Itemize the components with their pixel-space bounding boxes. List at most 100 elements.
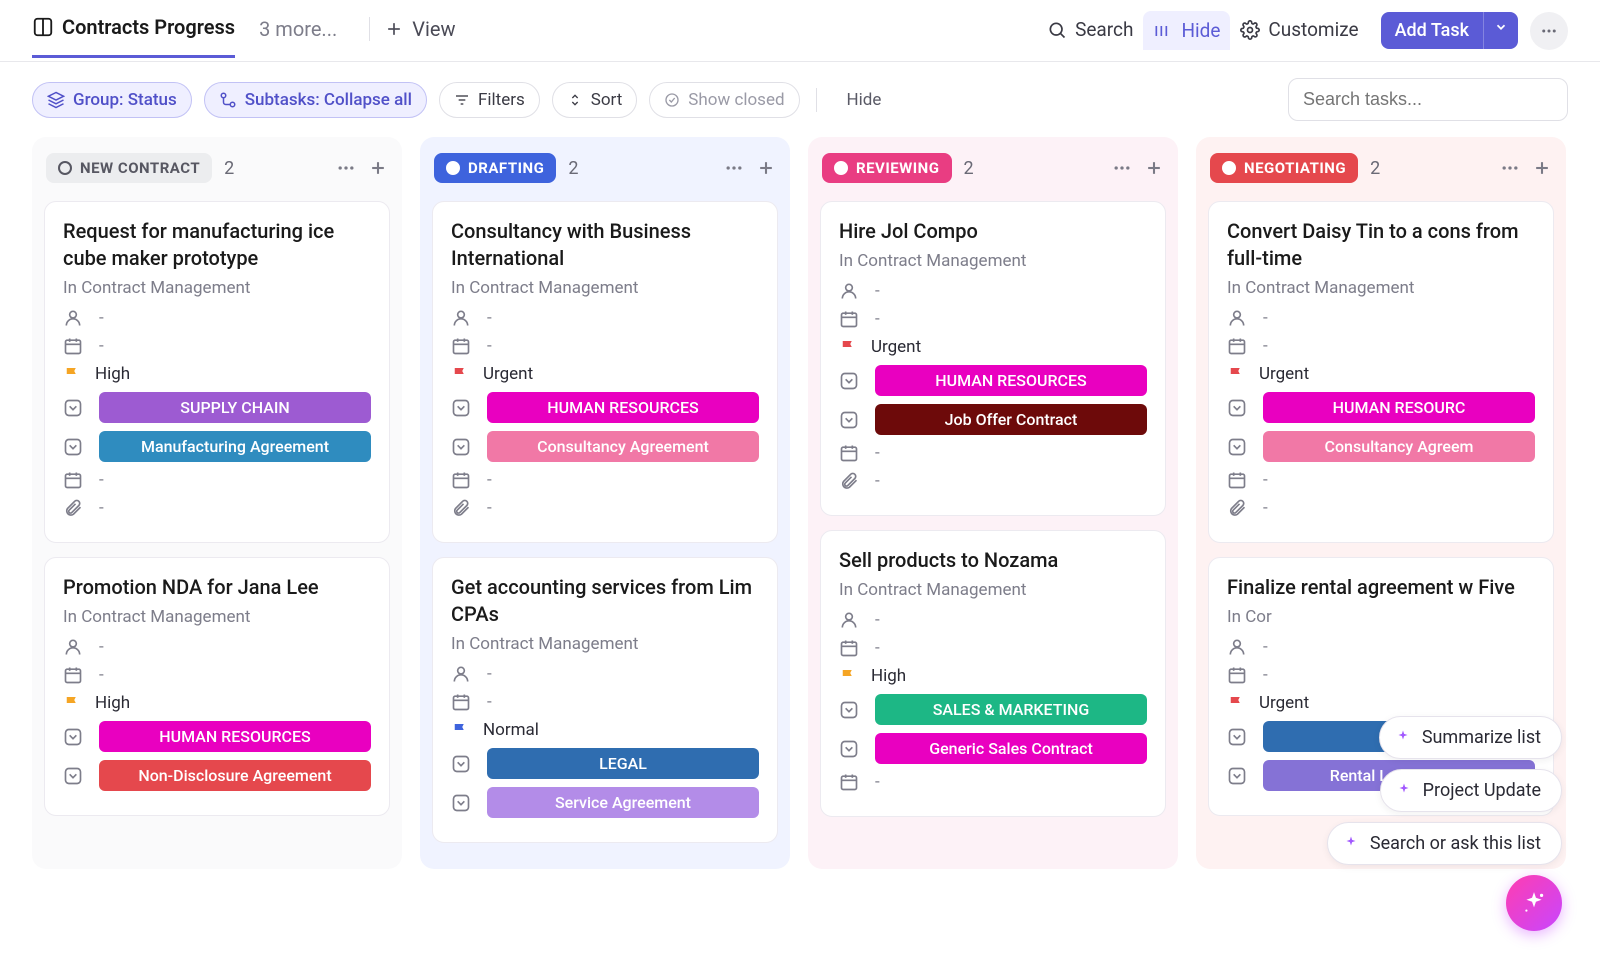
column-more-button[interactable] bbox=[1500, 158, 1520, 178]
date-icon[interactable] bbox=[63, 665, 85, 685]
flag-icon[interactable] bbox=[63, 365, 81, 383]
task-card[interactable]: Get accounting services from Lim CPAs In… bbox=[432, 557, 778, 843]
more-menu-button[interactable] bbox=[1530, 12, 1568, 50]
dropdown-icon[interactable] bbox=[63, 727, 85, 747]
tag-generic[interactable]: Generic Sales Contract bbox=[875, 733, 1147, 764]
dropdown-icon[interactable] bbox=[839, 700, 861, 720]
dropdown-icon[interactable] bbox=[451, 793, 473, 813]
status-badge-negotiating[interactable]: NEGOTIATING bbox=[1210, 153, 1358, 183]
tag-hr[interactable]: HUMAN RESOURCES bbox=[487, 392, 759, 423]
flag-icon[interactable] bbox=[63, 694, 81, 712]
tag-mfg[interactable]: Manufacturing Agreement bbox=[99, 431, 371, 462]
flag-icon[interactable] bbox=[451, 365, 469, 383]
tag-consult[interactable]: Consultancy Agreem bbox=[1263, 431, 1535, 462]
date-icon[interactable] bbox=[839, 309, 861, 329]
task-card[interactable]: Sell products to Nozama In Contract Mana… bbox=[820, 530, 1166, 817]
tag-service[interactable]: Service Agreement bbox=[487, 787, 759, 818]
column-add-button[interactable] bbox=[756, 158, 776, 178]
assignee-icon[interactable] bbox=[63, 637, 85, 657]
status-badge-new[interactable]: NEW CONTRACT bbox=[46, 153, 212, 183]
hide-pill[interactable]: Hide bbox=[833, 83, 896, 117]
tag-consult[interactable]: Consultancy Agreement bbox=[487, 431, 759, 462]
ai-summarize-button[interactable]: Summarize list bbox=[1379, 716, 1562, 759]
ai-search-ask-button[interactable]: Search or ask this list bbox=[1327, 822, 1562, 865]
dropdown-icon[interactable] bbox=[451, 437, 473, 457]
date-icon[interactable] bbox=[451, 692, 473, 712]
tag-nda[interactable]: Non-Disclosure Agreement bbox=[99, 760, 371, 791]
attachment-icon[interactable] bbox=[451, 498, 473, 518]
group-pill[interactable]: Group: Status bbox=[32, 82, 192, 118]
tag-job[interactable]: Job Offer Contract bbox=[875, 404, 1147, 435]
tab-contracts-progress[interactable]: Contracts Progress bbox=[32, 15, 235, 58]
date-icon[interactable] bbox=[839, 638, 861, 658]
dropdown-icon[interactable] bbox=[1227, 727, 1249, 747]
date-icon[interactable] bbox=[63, 336, 85, 356]
date-icon[interactable] bbox=[1227, 470, 1249, 490]
tag-hr[interactable]: HUMAN RESOURCES bbox=[99, 721, 371, 752]
dropdown-icon[interactable] bbox=[451, 754, 473, 774]
search-button[interactable]: Search bbox=[1037, 12, 1143, 61]
flag-icon[interactable] bbox=[1227, 694, 1245, 712]
column-more-button[interactable] bbox=[724, 158, 744, 178]
dropdown-icon[interactable] bbox=[839, 739, 861, 759]
date-icon[interactable] bbox=[451, 470, 473, 490]
dropdown-icon[interactable] bbox=[1227, 398, 1249, 418]
flag-icon[interactable] bbox=[839, 667, 857, 685]
tag-hr[interactable]: HUMAN RESOURC bbox=[1263, 392, 1535, 423]
column-more-button[interactable] bbox=[1112, 158, 1132, 178]
tag-sales[interactable]: SALES & MARKETING bbox=[875, 694, 1147, 725]
assignee-icon[interactable] bbox=[1227, 637, 1249, 657]
ai-project-update-button[interactable]: Project Update bbox=[1380, 769, 1562, 812]
assignee-icon[interactable] bbox=[451, 664, 473, 684]
task-card[interactable]: Convert Daisy Tin to a cons from full-ti… bbox=[1208, 201, 1554, 543]
customize-button[interactable]: Customize bbox=[1230, 12, 1368, 61]
status-badge-reviewing[interactable]: REVIEWING bbox=[822, 153, 952, 183]
date-icon[interactable] bbox=[63, 470, 85, 490]
subtasks-pill[interactable]: Subtasks: Collapse all bbox=[204, 82, 427, 118]
task-card[interactable]: Consultancy with Business International … bbox=[432, 201, 778, 543]
dropdown-icon[interactable] bbox=[1227, 766, 1249, 786]
tag-supply[interactable]: SUPPLY CHAIN bbox=[99, 392, 371, 423]
flag-icon[interactable] bbox=[1227, 365, 1245, 383]
dropdown-icon[interactable] bbox=[63, 766, 85, 786]
assignee-icon[interactable] bbox=[839, 281, 861, 301]
assignee-icon[interactable] bbox=[451, 308, 473, 328]
tag-hr[interactable]: HUMAN RESOURCES bbox=[875, 365, 1147, 396]
column-add-button[interactable] bbox=[368, 158, 388, 178]
task-card[interactable]: Request for manufacturing ice cube maker… bbox=[44, 201, 390, 543]
attachment-icon[interactable] bbox=[63, 498, 85, 518]
tabs-more[interactable]: 3 more... bbox=[259, 17, 337, 57]
date-icon[interactable] bbox=[839, 443, 861, 463]
dropdown-icon[interactable] bbox=[839, 371, 861, 391]
add-task-dropdown[interactable] bbox=[1483, 12, 1518, 49]
date-icon[interactable] bbox=[451, 336, 473, 356]
assignee-icon[interactable] bbox=[63, 308, 85, 328]
dropdown-icon[interactable] bbox=[451, 398, 473, 418]
dropdown-icon[interactable] bbox=[839, 410, 861, 430]
task-card[interactable]: Promotion NDA for Jana Lee In Contract M… bbox=[44, 557, 390, 816]
column-more-button[interactable] bbox=[336, 158, 356, 178]
ai-fab-button[interactable] bbox=[1506, 875, 1562, 931]
add-task-button[interactable]: Add Task bbox=[1381, 12, 1483, 49]
task-card[interactable]: Hire Jol Compo In Contract Management --… bbox=[820, 201, 1166, 516]
date-icon[interactable] bbox=[1227, 336, 1249, 356]
hide-button[interactable]: Hide bbox=[1143, 11, 1230, 50]
attachment-icon[interactable] bbox=[1227, 498, 1249, 518]
search-tasks-input[interactable] bbox=[1288, 78, 1568, 121]
column-add-button[interactable] bbox=[1532, 158, 1552, 178]
column-add-button[interactable] bbox=[1144, 158, 1164, 178]
flag-icon[interactable] bbox=[839, 338, 857, 356]
add-view-button[interactable]: View bbox=[384, 17, 455, 57]
dropdown-icon[interactable] bbox=[1227, 437, 1249, 457]
tag-legal[interactable]: LEGAL bbox=[487, 748, 759, 779]
dropdown-icon[interactable] bbox=[63, 398, 85, 418]
sort-pill[interactable]: Sort bbox=[552, 82, 638, 118]
date-icon[interactable] bbox=[839, 772, 861, 792]
filters-pill[interactable]: Filters bbox=[439, 82, 540, 118]
date-icon[interactable] bbox=[1227, 665, 1249, 685]
show-closed-pill[interactable]: Show closed bbox=[649, 82, 799, 118]
assignee-icon[interactable] bbox=[1227, 308, 1249, 328]
dropdown-icon[interactable] bbox=[63, 437, 85, 457]
flag-icon[interactable] bbox=[451, 721, 469, 739]
assignee-icon[interactable] bbox=[839, 610, 861, 630]
